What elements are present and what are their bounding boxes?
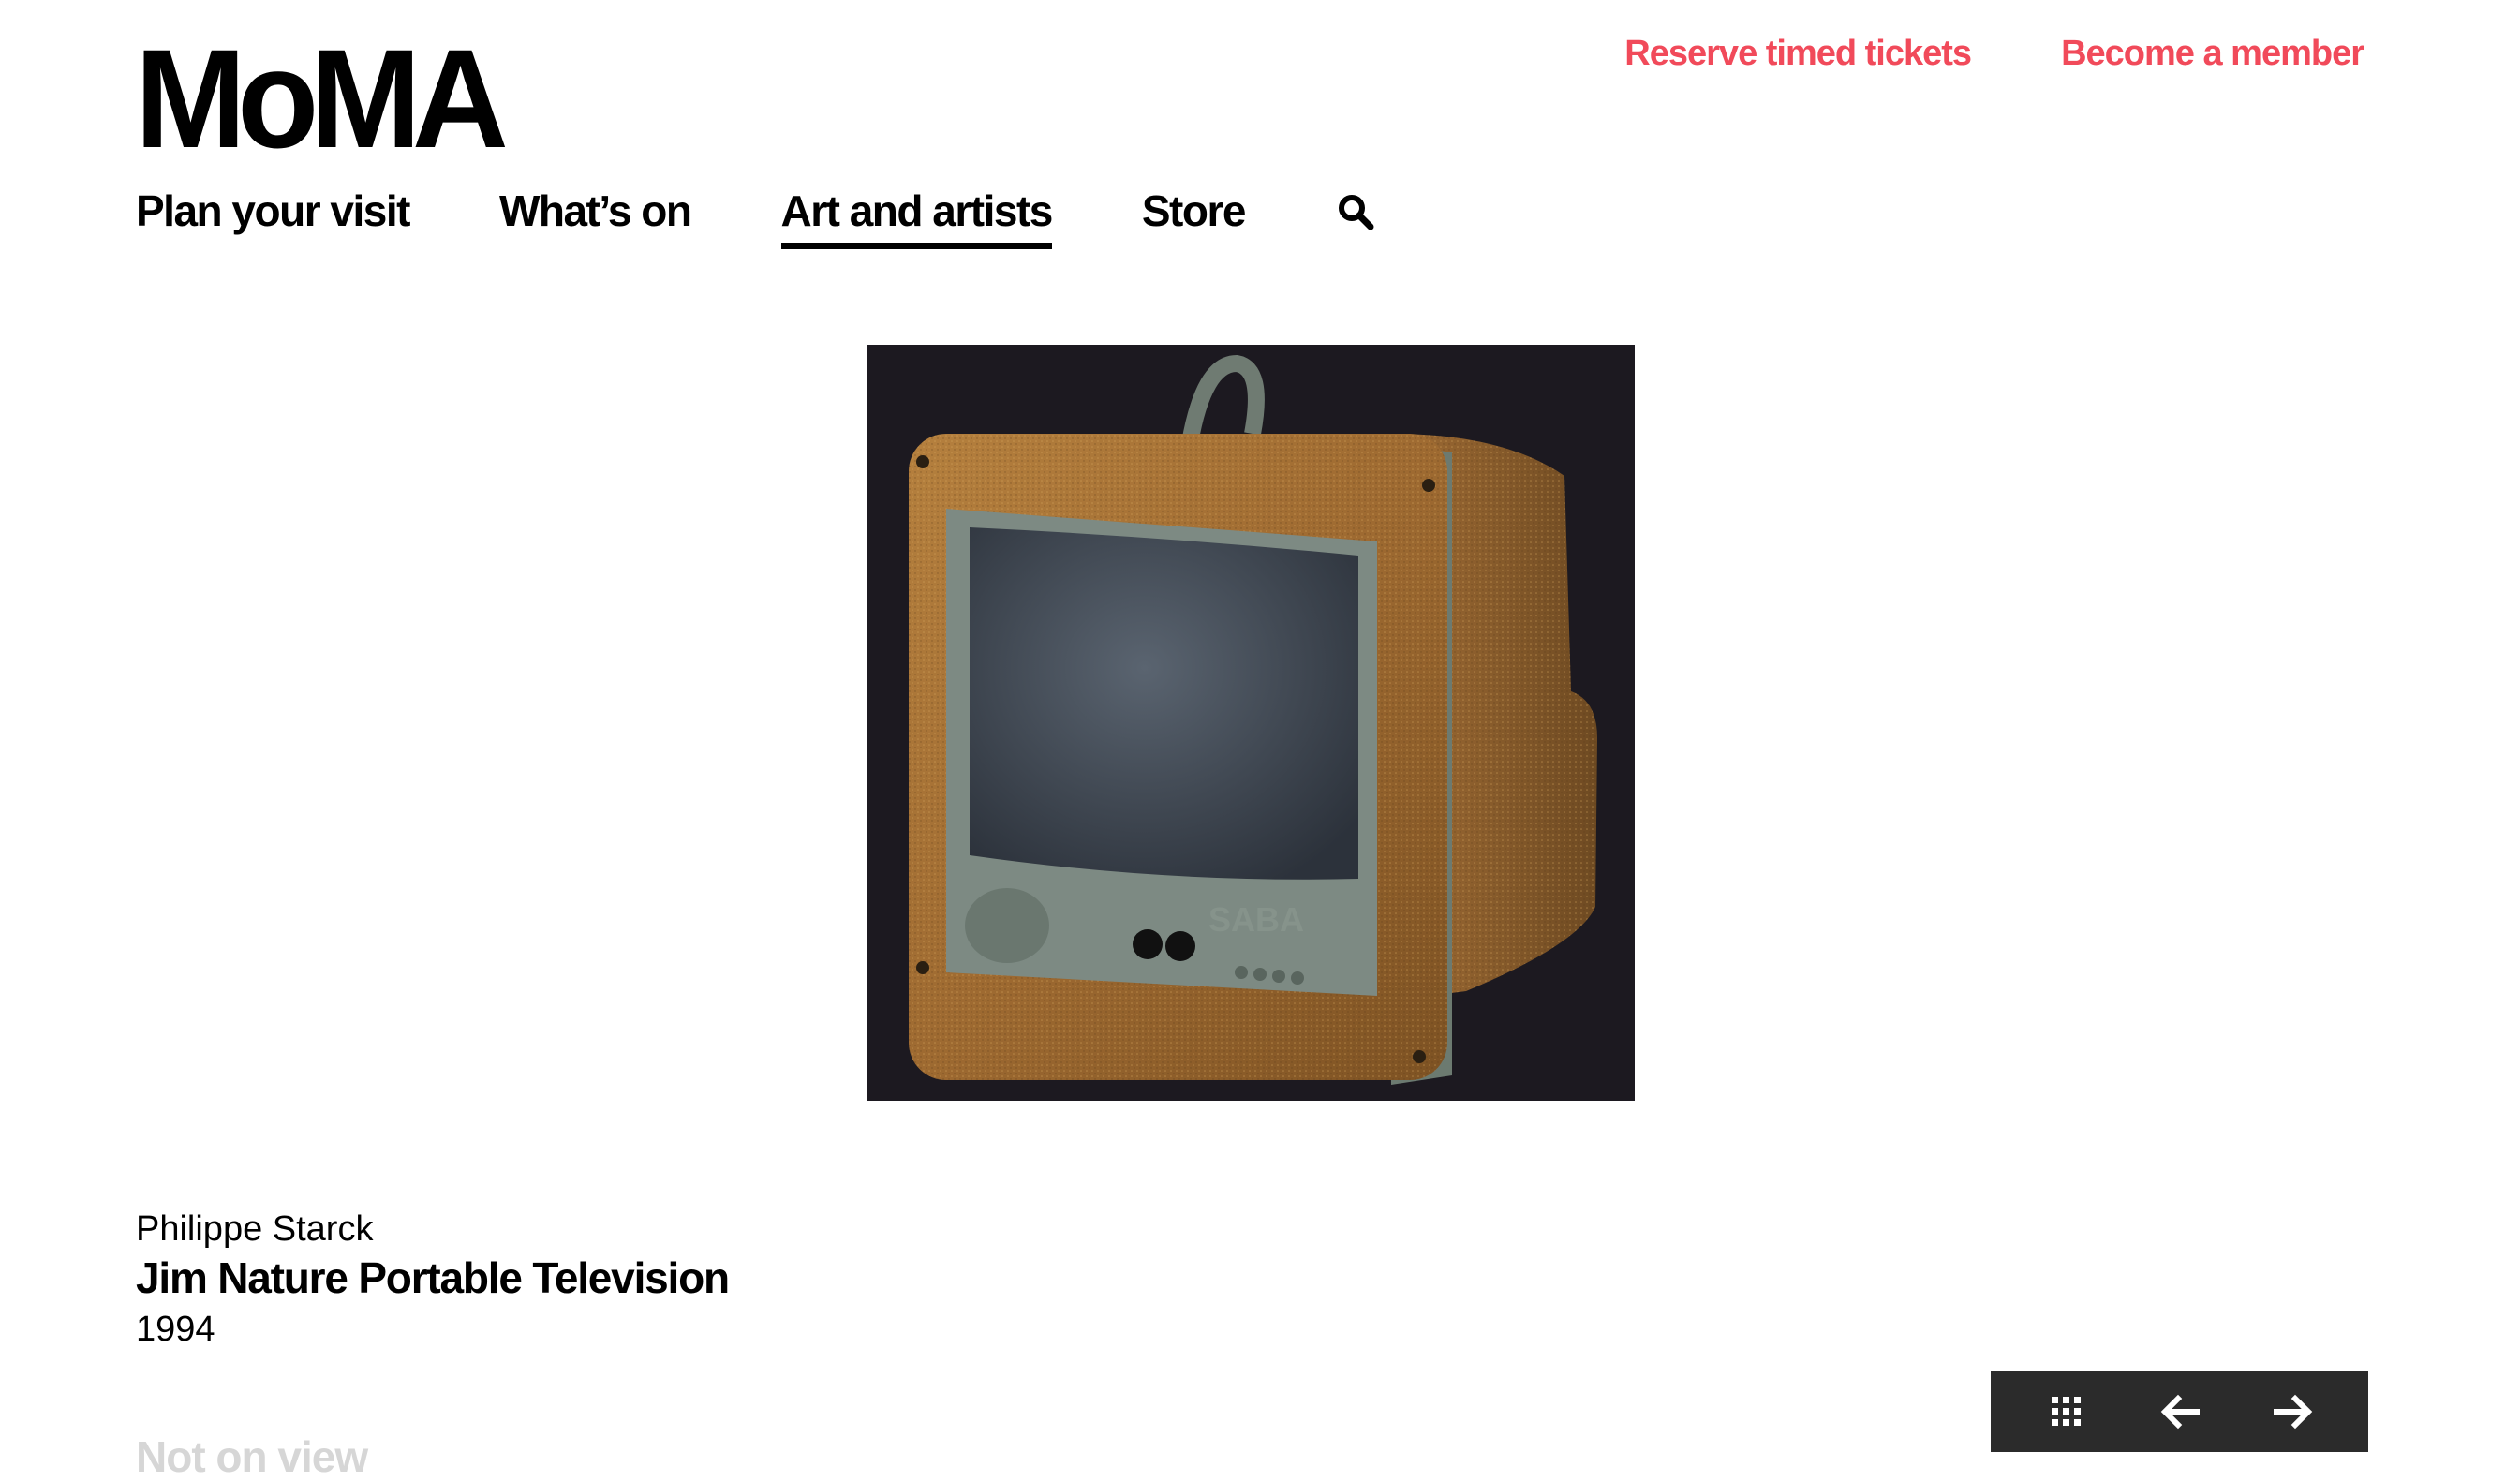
arrow-right-icon[interactable] bbox=[2265, 1384, 2321, 1440]
artwork-title: Jim Nature Portable Television bbox=[136, 1253, 730, 1302]
top-links: Reserve timed tickets Become a member bbox=[1624, 34, 2364, 74]
artwork-image[interactable]: SABA bbox=[867, 345, 1635, 1101]
grid-icon[interactable] bbox=[2038, 1384, 2095, 1440]
nav-art-and-artists[interactable]: Art and artists bbox=[780, 185, 1053, 249]
nav-plan-your-visit[interactable]: Plan your visit bbox=[136, 185, 410, 244]
arrow-left-icon[interactable] bbox=[2152, 1384, 2208, 1440]
gallery-controls bbox=[1991, 1371, 2368, 1452]
main-nav: Plan your visit What’s on Art and artist… bbox=[136, 185, 1376, 249]
nav-store[interactable]: Store bbox=[1142, 185, 1247, 244]
artist-name[interactable]: Philippe Starck bbox=[136, 1207, 729, 1252]
search-icon[interactable] bbox=[1335, 191, 1376, 232]
on-view-status: Not on view bbox=[136, 1432, 368, 1481]
artwork-caption: Philippe Starck Jim Nature Portable Tele… bbox=[136, 1207, 730, 1353]
artwork-date: 1994 bbox=[136, 1310, 215, 1349]
moma-logo[interactable]: MoMA bbox=[135, 28, 509, 169]
nav-whats-on[interactable]: What’s on bbox=[499, 185, 692, 244]
become-member-link[interactable]: Become a member bbox=[2061, 34, 2364, 74]
reserve-tickets-link[interactable]: Reserve timed tickets bbox=[1624, 34, 1972, 74]
brand-label: SABA bbox=[1208, 900, 1304, 939]
